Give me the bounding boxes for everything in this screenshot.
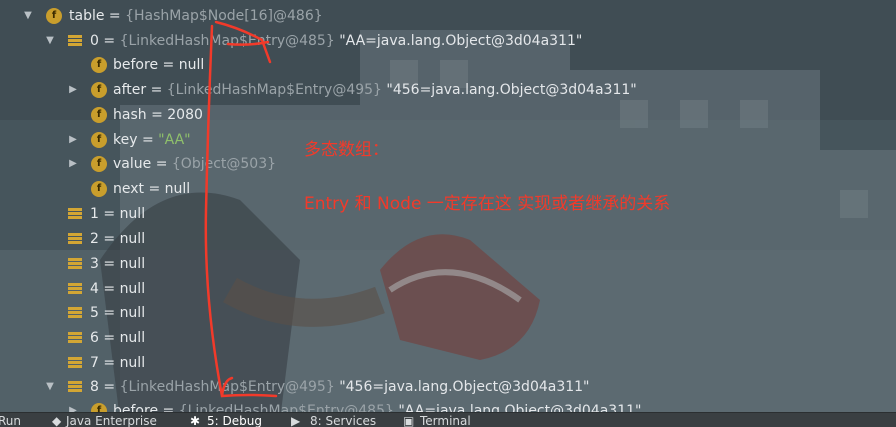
tab-terminal[interactable]: Terminal (420, 414, 471, 427)
terminal-icon: ▣ (403, 414, 415, 427)
annotation-line-1: 多态数组： (304, 140, 389, 160)
tab-run[interactable]: Run (0, 414, 21, 427)
tab-debug[interactable]: 5: Debug (207, 414, 262, 427)
bug-icon: ✱ (190, 414, 201, 427)
java-enterprise-icon: ◆ (52, 414, 62, 427)
debugger-variables-panel: ▼ f table = {HashMap$Node[16]@486} ▼ 0 =… (0, 0, 896, 427)
tab-services[interactable]: 8: Services (310, 414, 376, 427)
tool-window-tab-bar: Run ◆ Java Enterprise ✱ 5: Debug ▶ 8: Se… (0, 412, 896, 427)
annotation-line-2: Entry 和 Node 一定存在这 实现或者继承的关系 (304, 194, 671, 214)
services-icon: ▶ (291, 414, 301, 427)
tab-java-enterprise[interactable]: Java Enterprise (66, 414, 157, 427)
